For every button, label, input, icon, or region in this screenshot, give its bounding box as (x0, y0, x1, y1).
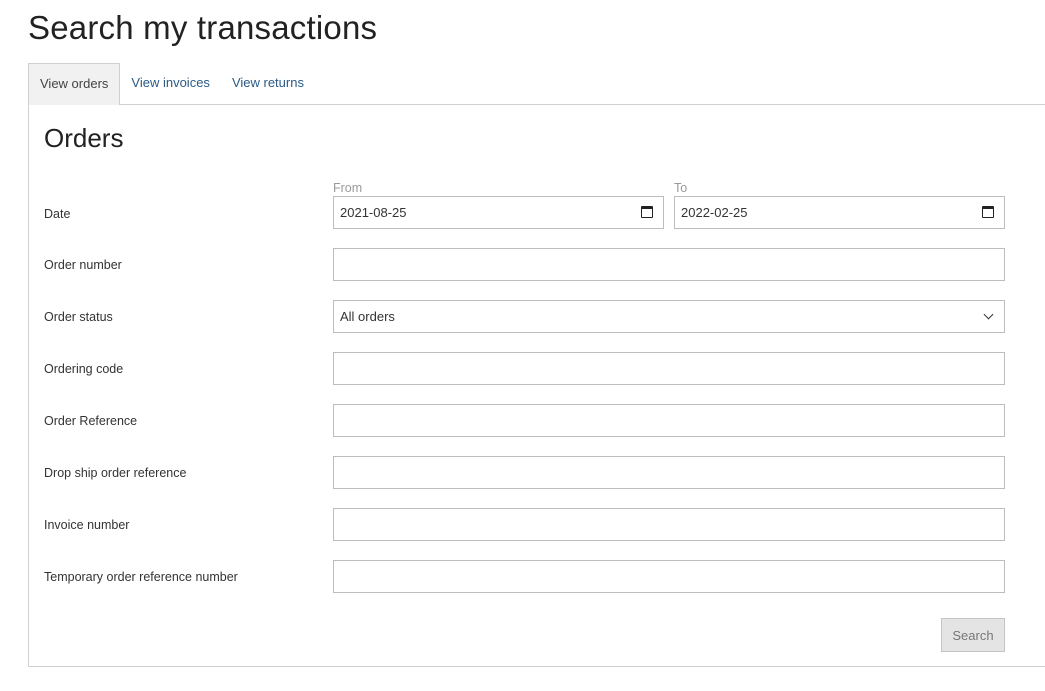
ordering-code-label: Ordering code (44, 362, 124, 376)
date-to-caption: To (674, 181, 688, 195)
order-status-select[interactable]: All orders (333, 300, 1005, 333)
temporary-reference-label: Temporary order reference number (44, 570, 238, 584)
tab-view-returns[interactable]: View returns (221, 63, 315, 103)
drop-ship-reference-input[interactable] (333, 456, 1005, 489)
order-reference-input[interactable] (333, 404, 1005, 437)
invoice-number-input[interactable] (333, 508, 1005, 541)
date-to-value: 2022-02-25 (681, 205, 748, 220)
date-from-input[interactable]: 2021-08-25 (333, 196, 664, 229)
date-from-value: 2021-08-25 (340, 205, 407, 220)
chevron-down-icon (983, 309, 994, 320)
orders-panel: Orders Date From 2021-08-25 To 2022-02-2… (28, 104, 1045, 667)
date-label: Date (44, 207, 71, 221)
date-from-caption: From (333, 181, 363, 195)
order-status-selected: All orders (340, 309, 395, 324)
order-status-label: Order status (44, 310, 113, 324)
section-title: Orders (44, 123, 124, 153)
tab-view-orders[interactable]: View orders (28, 63, 121, 105)
order-number-label: Order number (44, 258, 122, 272)
date-to-input[interactable]: 2022-02-25 (674, 196, 1005, 229)
ordering-code-input[interactable] (333, 352, 1005, 385)
order-reference-label: Order Reference (44, 414, 138, 428)
invoice-number-label: Invoice number (44, 518, 130, 532)
temporary-reference-input[interactable] (333, 560, 1005, 593)
drop-ship-reference-label: Drop ship order reference (44, 466, 187, 480)
tab-view-invoices[interactable]: View invoices (120, 63, 221, 103)
search-transactions-page: Search my transactions View orders View … (0, 0, 1045, 691)
order-number-input[interactable] (333, 248, 1005, 281)
calendar-icon[interactable] (982, 206, 994, 218)
calendar-icon[interactable] (641, 206, 653, 218)
page-title: Search my transactions (28, 9, 378, 46)
transaction-tabs: View orders View invoices View returns (28, 63, 315, 105)
search-button[interactable]: Search (941, 618, 1005, 652)
